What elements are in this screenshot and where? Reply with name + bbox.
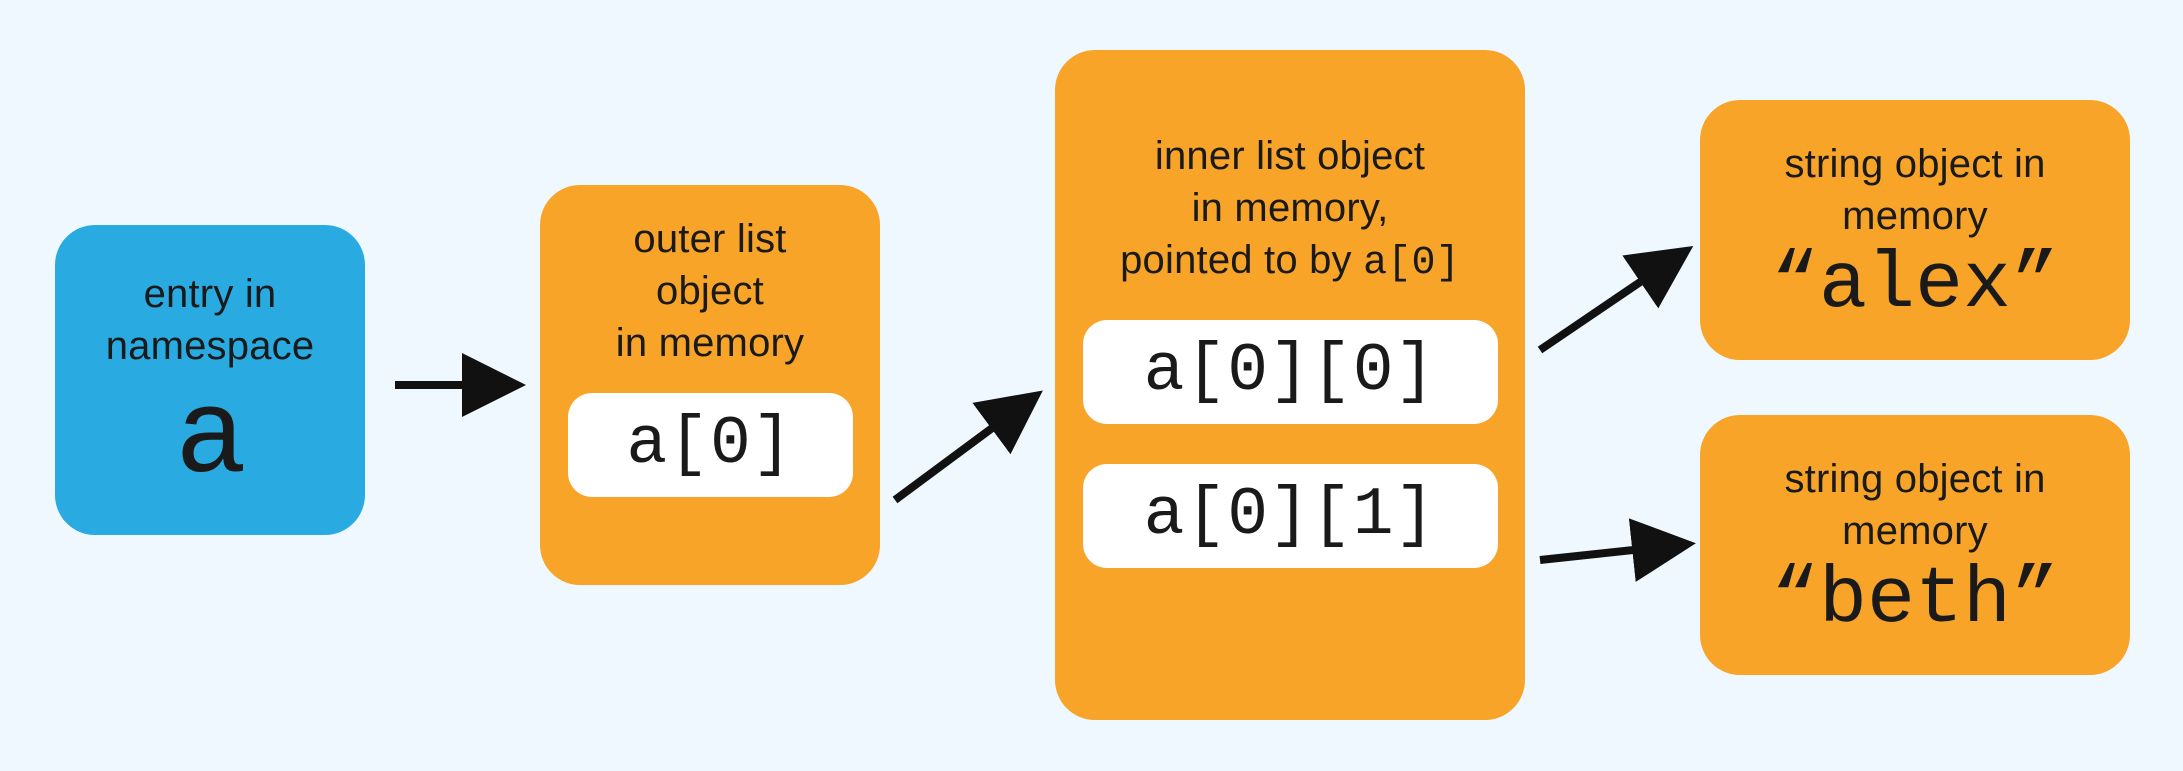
namespace-entry-box: entry in namespace a xyxy=(55,225,365,535)
outer-list-slot-0: a[0] xyxy=(568,393,853,497)
arrow-outer-to-inner xyxy=(895,400,1030,500)
arrow-inner0-to-string0 xyxy=(1540,255,1680,350)
namespace-variable: a xyxy=(175,380,245,500)
outer-list-box: outer list object in memory a[0] xyxy=(540,185,880,585)
outer-list-label: outer list object in memory xyxy=(616,213,805,369)
string-object-1-label: string object in memory xyxy=(1784,453,2045,557)
inner-list-box: inner list object in memory, pointed to … xyxy=(1055,50,1525,720)
inner-list-slot-0: a[0][0] xyxy=(1083,320,1498,424)
inner-list-label-code: a[0] xyxy=(1363,241,1460,286)
string-object-1-box: string object in memory “beth” xyxy=(1700,415,2130,675)
string-object-0-label: string object in memory xyxy=(1784,138,2045,242)
namespace-label: entry in namespace xyxy=(106,268,315,372)
arrow-inner1-to-string1 xyxy=(1540,545,1680,560)
string-object-1-value: “beth” xyxy=(1771,561,2059,641)
string-object-0-box: string object in memory “alex” xyxy=(1700,100,2130,360)
diagram-canvas: entry in namespace a outer list object i… xyxy=(0,0,2183,771)
inner-list-label: inner list object in memory, pointed to … xyxy=(1120,78,1460,290)
string-object-0-value: “alex” xyxy=(1771,246,2059,326)
inner-list-slot-1: a[0][1] xyxy=(1083,464,1498,568)
